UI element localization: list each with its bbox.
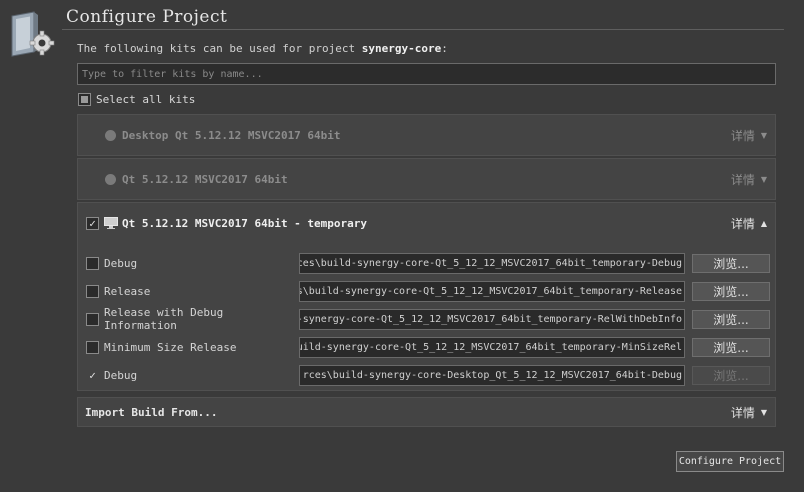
build-path-field[interactable]: s\build-synergy-core-Qt_5_12_12_MSVC2017… <box>299 280 685 302</box>
kit-name: Qt 5.12.12 MSVC2017 64bit - temporary <box>122 216 368 230</box>
build-config-row: Release with Debug Information -synergy-… <box>78 305 775 333</box>
select-all-label: Select all kits <box>96 93 196 106</box>
kit-name: Qt 5.12.12 MSVC2017 64bit <box>122 172 288 186</box>
build-checkbox[interactable] <box>86 256 99 270</box>
title-divider <box>62 29 784 30</box>
build-config-row: Release s\build-synergy-core-Qt_5_12_12_… <box>78 277 775 305</box>
build-checkbox[interactable] <box>86 312 99 326</box>
kit-filter-input[interactable] <box>77 63 776 85</box>
select-all-checkbox[interactable] <box>78 93 91 106</box>
chevron-down-icon: ▼ <box>760 130 767 140</box>
kit-details-toggle[interactable]: 详情 ▼ <box>731 127 767 144</box>
build-path-text: rces\build-synergy-core-Desktop_Qt_5_12_… <box>302 369 682 381</box>
browse-button[interactable]: 浏览... <box>692 365 770 385</box>
build-label: Debug <box>104 256 138 270</box>
kit-disabled-icon <box>105 129 116 141</box>
browse-button[interactable]: 浏览... <box>692 253 770 273</box>
configure-project-button[interactable]: Configure Project <box>676 451 784 472</box>
project-settings-icon <box>11 11 55 57</box>
import-build-row[interactable]: Import Build From... 详情 ▼ <box>77 397 776 427</box>
build-path-field[interactable]: rces\build-synergy-core-Desktop_Qt_5_12_… <box>299 364 685 386</box>
build-config-row: ✓ Debug rces\build-synergy-core-Desktop_… <box>78 361 775 389</box>
build-checkbox[interactable] <box>86 284 99 298</box>
desktop-monitor-icon <box>104 217 118 229</box>
build-label: Minimum Size Release <box>104 340 237 354</box>
details-label: 详情 <box>730 172 755 187</box>
details-label: 详情 <box>730 128 755 143</box>
browse-button[interactable]: 浏览... <box>692 337 770 357</box>
chevron-down-icon: ▼ <box>760 174 767 184</box>
chevron-up-icon: ▲ <box>760 218 767 228</box>
details-label: 详情 <box>730 405 755 420</box>
intro-suffix: : <box>441 42 448 55</box>
build-config-row: Minimum Size Release uild-synergy-core-Q… <box>78 333 775 361</box>
build-path-text: -synergy-core-Qt_5_12_12_MSVC2017_64bit_… <box>299 313 682 325</box>
kit-details-toggle[interactable]: 详情 ▲ <box>731 215 767 232</box>
kit-qt[interactable]: Qt 5.12.12 MSVC2017 64bit 详情 ▼ <box>77 158 776 200</box>
browse-button[interactable]: 浏览... <box>692 281 770 301</box>
kit-qt-temporary[interactable]: ✓ Qt 5.12.12 MSVC2017 64bit - temporary … <box>77 202 776 391</box>
build-checkbox[interactable] <box>86 340 99 354</box>
details-label: 详情 <box>730 216 755 231</box>
kit-enable-checkbox[interactable]: ✓ <box>86 216 99 230</box>
build-label: Release with Debug Information <box>104 306 224 332</box>
build-label: Debug <box>104 368 138 382</box>
kit-disabled-icon <box>105 173 116 185</box>
build-path-text: ces\build-synergy-core-Qt_5_12_12_MSVC20… <box>299 257 682 269</box>
kit-details-toggle[interactable]: 详情 ▼ <box>731 171 767 188</box>
build-path-field[interactable]: ces\build-synergy-core-Qt_5_12_12_MSVC20… <box>299 252 685 274</box>
build-checkbox[interactable]: ✓ <box>86 369 99 382</box>
import-build-label: Import Build From... <box>85 405 218 419</box>
build-path-text: s\build-synergy-core-Qt_5_12_12_MSVC2017… <box>299 285 682 297</box>
kit-name: Desktop Qt 5.12.12 MSVC2017 64bit <box>122 128 341 142</box>
project-name: synergy-core <box>361 42 442 55</box>
build-label: Release <box>104 284 151 298</box>
browse-button[interactable]: 浏览... <box>692 309 770 329</box>
import-details-toggle[interactable]: 详情 ▼ <box>731 404 767 421</box>
select-all-kits[interactable]: Select all kits <box>78 93 195 106</box>
intro-prefix: The following kits can be used for proje… <box>77 42 362 55</box>
build-path-field[interactable]: -synergy-core-Qt_5_12_12_MSVC2017_64bit_… <box>299 308 685 330</box>
intro-text: The following kits can be used for proje… <box>77 42 448 55</box>
build-path-field[interactable]: uild-synergy-core-Qt_5_12_12_MSVC2017_64… <box>299 336 685 358</box>
page-title: Configure Project <box>66 7 228 27</box>
build-path-text: uild-synergy-core-Qt_5_12_12_MSVC2017_64… <box>299 341 682 353</box>
chevron-down-icon: ▼ <box>760 407 767 417</box>
build-configuration-list: Debug ces\build-synergy-core-Qt_5_12_12_… <box>78 243 775 391</box>
kit-desktop-qt[interactable]: Desktop Qt 5.12.12 MSVC2017 64bit 详情 ▼ <box>77 114 776 156</box>
build-config-row: Debug ces\build-synergy-core-Qt_5_12_12_… <box>78 249 775 277</box>
